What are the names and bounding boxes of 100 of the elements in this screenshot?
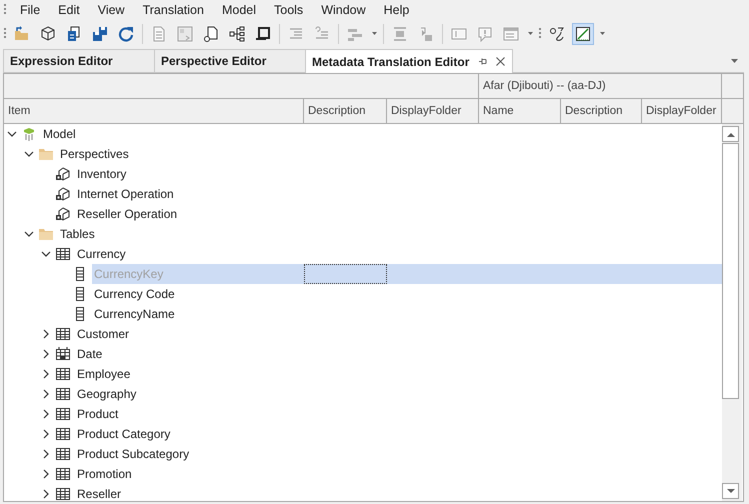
tree-row[interactable]: Customer — [4, 324, 722, 344]
perspective-icon — [55, 186, 71, 202]
menu-item[interactable]: Translation — [134, 3, 213, 17]
tree-row[interactable]: Geography — [4, 384, 722, 404]
tree-item-label: Currency — [76, 246, 127, 263]
caret-icon — [600, 32, 605, 35]
shape-document-icon — [203, 26, 219, 42]
expand-chevron-icon[interactable] — [41, 369, 51, 379]
tree-row[interactable]: Tables — [4, 224, 722, 244]
tree-row[interactable]: Reseller — [4, 484, 722, 501]
tree-item-label: Promotion — [76, 466, 133, 483]
scroll-thumb[interactable] — [722, 143, 739, 399]
tree-item-label: Perspectives — [59, 146, 130, 163]
editor-tab[interactable]: Expression Editor — [3, 49, 155, 72]
tree-item-label: Customer — [76, 326, 130, 343]
cube-icon — [40, 26, 56, 42]
scroll-down-button[interactable] — [722, 483, 739, 499]
window-icon — [503, 26, 519, 42]
form-icon — [177, 26, 193, 42]
calendar-table-icon — [55, 346, 71, 362]
editor-tab[interactable]: Metadata Translation Editor — [305, 49, 513, 73]
column-header[interactable]: Item — [4, 99, 304, 123]
collapse-chevron-icon[interactable] — [7, 129, 17, 139]
scroll-up-arrow-icon — [726, 132, 734, 136]
tree-row[interactable]: Currency Code — [4, 284, 722, 304]
table-icon — [55, 326, 71, 342]
expand-chevron-icon[interactable] — [41, 489, 51, 499]
tree-row[interactable]: Date — [4, 344, 722, 364]
tree-row[interactable]: Employee — [4, 364, 722, 384]
folder-icon — [38, 146, 54, 162]
tree-row[interactable]: Promotion — [4, 464, 722, 484]
column-header[interactable]: DisplayFolder — [387, 99, 479, 123]
expand-chevron-icon[interactable] — [41, 469, 51, 479]
tree-row[interactable]: Product — [4, 404, 722, 424]
tree-row[interactable]: Product Category — [4, 424, 722, 444]
expand-chevron-icon[interactable] — [41, 329, 51, 339]
tree-row[interactable]: CurrencyName — [4, 304, 722, 324]
tree-item-label: Product Subcategory — [76, 446, 190, 463]
perspective-icon — [55, 166, 71, 182]
tree-row[interactable]: Reseller Operation — [4, 204, 722, 224]
tree-row[interactable]: Product Subcategory — [4, 444, 722, 464]
script-icon — [255, 26, 271, 42]
refresh-icon — [118, 26, 134, 42]
menu-item[interactable]: Edit — [49, 3, 89, 17]
menu-item[interactable]: Tools — [265, 3, 312, 17]
table-icon — [55, 406, 71, 422]
column-header[interactable]: Name — [479, 99, 561, 123]
selected-row-cell[interactable] — [387, 264, 479, 284]
menu-item[interactable]: Help — [374, 3, 418, 17]
arrow-box-icon — [418, 26, 434, 42]
tree-item-label: Currency Code — [93, 286, 176, 303]
caret-icon — [528, 32, 533, 35]
tree-item-label: Reseller Operation — [76, 206, 178, 223]
question-indent-icon — [314, 26, 330, 42]
tree-row[interactable]: Model — [4, 124, 722, 144]
collapse-chevron-icon[interactable] — [24, 149, 34, 159]
tree-row[interactable]: Currency — [4, 244, 722, 264]
scroll-up-button[interactable] — [722, 126, 739, 142]
tree-row[interactable]: Internet Operation — [4, 184, 722, 204]
pin-icon — [478, 57, 488, 66]
text-box-icon — [451, 26, 467, 42]
tree-row[interactable]: Inventory — [4, 164, 722, 184]
expand-chevron-icon[interactable] — [41, 389, 51, 399]
expand-chevron-icon[interactable] — [41, 449, 51, 459]
column-header[interactable]: Description — [561, 99, 642, 123]
align-center-icon — [392, 26, 408, 42]
collapse-chevron-icon[interactable] — [24, 229, 34, 239]
expand-chevron-icon[interactable] — [41, 409, 51, 419]
tree-item-label: Internet Operation — [76, 186, 175, 203]
menu-item[interactable]: File — [11, 3, 50, 17]
tree-row[interactable]: Perspectives — [4, 144, 722, 164]
tree-item-label: CurrencyName — [93, 306, 176, 323]
column-header[interactable]: Description — [304, 99, 387, 123]
diagonal-box-icon — [575, 26, 591, 42]
scroll-down-arrow-icon — [726, 488, 734, 494]
perspective-icon — [55, 206, 71, 222]
expand-chevron-icon[interactable] — [41, 349, 51, 359]
folder-arrow-icon — [14, 26, 30, 42]
menu-item[interactable]: Window — [312, 3, 375, 17]
column-header[interactable]: DisplayFolder — [642, 99, 722, 123]
table-icon — [55, 466, 71, 482]
selected-row-cell[interactable] — [642, 264, 722, 284]
collapse-chevron-icon[interactable] — [41, 249, 51, 259]
tab-list-caret-icon — [731, 58, 738, 62]
tree-item-label: Employee — [76, 366, 132, 383]
tree-item-label: Product Category — [76, 426, 172, 443]
table-icon — [55, 386, 71, 402]
table-icon — [55, 246, 71, 262]
diagonal-box-button[interactable] — [572, 22, 594, 44]
copy-document-icon — [66, 26, 82, 42]
vertical-scrollbar[interactable] — [722, 124, 742, 501]
close-icon — [496, 57, 506, 66]
menu-item[interactable]: View — [88, 3, 134, 17]
expand-chevron-icon[interactable] — [41, 429, 51, 439]
table-icon — [55, 446, 71, 462]
focused-cell[interactable] — [304, 264, 387, 284]
language-header: Afar (Djibouti) -- (aa-DJ) — [479, 74, 722, 98]
menu-item[interactable]: Model — [212, 3, 265, 17]
save-icon — [92, 26, 108, 42]
tree-item-label: Product — [76, 406, 120, 423]
